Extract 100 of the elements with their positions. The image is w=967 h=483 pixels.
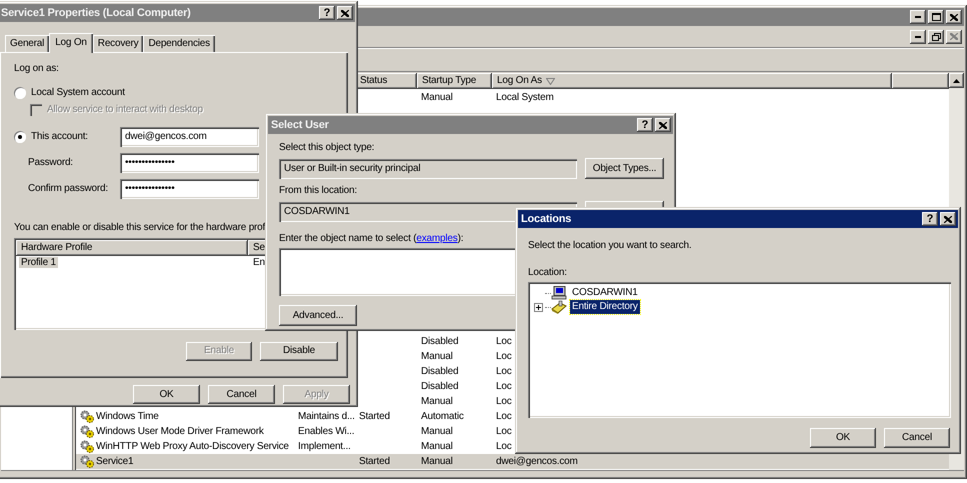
field-label: Password: — [28, 156, 74, 170]
sort-icon — [546, 78, 555, 84]
help-button[interactable]: ? — [637, 118, 653, 132]
object-type-field[interactable]: User or Built-in security principal — [279, 158, 577, 178]
table-cell: Loc — [496, 410, 512, 424]
table-cell: Loc — [496, 334, 512, 348]
tree-item[interactable]: Entire Directory — [570, 300, 640, 314]
account-field[interactable]: dwei@gencos.com — [120, 126, 259, 147]
minimize-button[interactable] — [910, 30, 926, 44]
column-header[interactable]: Status — [355, 73, 417, 89]
password-field[interactable]: ••••••••••••••• — [120, 152, 259, 173]
table-cell: Loc — [496, 440, 512, 454]
tab[interactable]: General — [5, 34, 50, 52]
close-icon — [341, 10, 349, 16]
table-row[interactable]: Service1 Started Manual dwei@gencos.com — [76, 454, 949, 469]
field-label: Location: — [528, 266, 568, 280]
table-cell: Loc — [496, 380, 512, 394]
scroll-up-button[interactable] — [949, 73, 964, 88]
column-header[interactable] — [892, 73, 949, 89]
table-cell: Disabled — [421, 334, 458, 348]
table-cell-text: En — [252, 256, 266, 268]
tab[interactable]: Recovery — [92, 34, 144, 52]
table-cell: Manual — [421, 90, 453, 104]
field-label: From this location: — [279, 184, 358, 198]
dialog-button[interactable]: OK — [133, 385, 200, 404]
table-cell: Manual — [421, 424, 453, 438]
table-cell: Maintains d... — [298, 410, 355, 424]
table-cell: Loc — [496, 424, 512, 438]
radio-button[interactable] — [14, 130, 26, 143]
profile-button[interactable]: Disable — [260, 342, 338, 361]
close-button[interactable] — [337, 6, 353, 20]
table-cell: Service1 — [96, 454, 134, 468]
table-cell: Implement... — [298, 440, 351, 454]
table-cell: Loc — [496, 350, 512, 364]
table-cell: Manual — [421, 394, 453, 408]
tab[interactable]: Log On — [49, 32, 93, 53]
close-button[interactable] — [655, 118, 671, 132]
column-header[interactable]: Log On As — [492, 73, 892, 89]
table-row[interactable]: Windows Time Maintains d... Started Automatic Loc — [76, 409, 949, 424]
expand-icon[interactable] — [534, 302, 543, 312]
close-button[interactable] — [946, 30, 962, 44]
table-cell: Profile 1 — [19, 256, 58, 268]
tree-item[interactable]: COSDARWIN1 — [570, 286, 640, 300]
table-cell: Local System — [496, 90, 554, 104]
restore-icon — [932, 32, 940, 40]
table-cell: Loc — [496, 394, 512, 408]
dialog-button[interactable]: OK — [810, 428, 876, 448]
examples-link[interactable]: examples — [416, 233, 458, 244]
gears-icon — [80, 410, 94, 423]
prompt-text: Select the location you want to search. — [528, 239, 692, 253]
close-icon — [659, 122, 667, 128]
close-button[interactable] — [946, 10, 962, 24]
table-cell: Manual — [421, 454, 453, 468]
table-cell: dwei@gencos.com — [496, 454, 578, 468]
table-cell: Automatic — [421, 410, 464, 424]
password-field[interactable]: ••••••••••••••• — [120, 178, 259, 199]
window-title: Service1 Properties (Local Computer) — [1, 6, 192, 20]
table-cell: Windows Time — [96, 410, 159, 424]
table-cell: Manual — [421, 350, 453, 364]
table-cell: Started — [359, 410, 390, 424]
table-cell: Windows User Mode Driver Framework — [96, 424, 264, 438]
help-button[interactable]: ? — [319, 6, 335, 20]
gears-icon — [80, 425, 94, 438]
directory-icon — [551, 300, 567, 314]
advanced-button[interactable]: Advanced... — [279, 305, 357, 326]
section-label: Log on as: — [14, 62, 60, 76]
window-title: Select User — [271, 118, 330, 132]
close-icon — [950, 33, 958, 40]
column-header[interactable]: Hardware Profile — [16, 240, 248, 256]
table-cell: Enables Wi... — [298, 424, 354, 438]
dialog-button[interactable]: Cancel — [208, 385, 275, 404]
checkbox-label: Allow service to interact with desktop — [47, 102, 203, 117]
close-icon — [950, 14, 958, 20]
dialog-button[interactable]: Cancel — [884, 428, 950, 448]
tab[interactable]: Dependencies — [143, 34, 215, 52]
object-types-button[interactable]: Object Types... — [585, 158, 664, 179]
table-cell: Disabled — [421, 380, 458, 394]
close-icon — [944, 216, 952, 222]
table-cell: WinHTTP Web Proxy Auto-Discovery Service — [96, 440, 289, 454]
minimize-button[interactable] — [910, 10, 926, 24]
restore-button[interactable] — [928, 30, 944, 44]
table-cell: Disabled — [421, 364, 458, 378]
table-cell: Loc — [496, 364, 512, 378]
radio-button[interactable] — [14, 86, 26, 99]
help-button[interactable]: ? — [922, 212, 938, 226]
radio-label: This account: — [31, 130, 88, 144]
minimize-icon — [914, 36, 922, 38]
table-cell: Started — [359, 454, 390, 468]
field-label: Select this object type: — [279, 141, 376, 155]
gears-icon — [80, 440, 94, 453]
field-label: Confirm password: — [28, 182, 109, 196]
computer-icon — [551, 286, 567, 300]
minimize-icon — [914, 16, 922, 18]
table-cell: Manual — [421, 440, 453, 454]
up-arrow-icon — [953, 78, 960, 82]
radio-label: Local System account — [31, 86, 125, 100]
close-button[interactable] — [940, 212, 956, 226]
column-header[interactable]: Startup Type — [417, 73, 492, 89]
maximize-icon — [932, 13, 940, 21]
maximize-button[interactable] — [928, 10, 944, 24]
